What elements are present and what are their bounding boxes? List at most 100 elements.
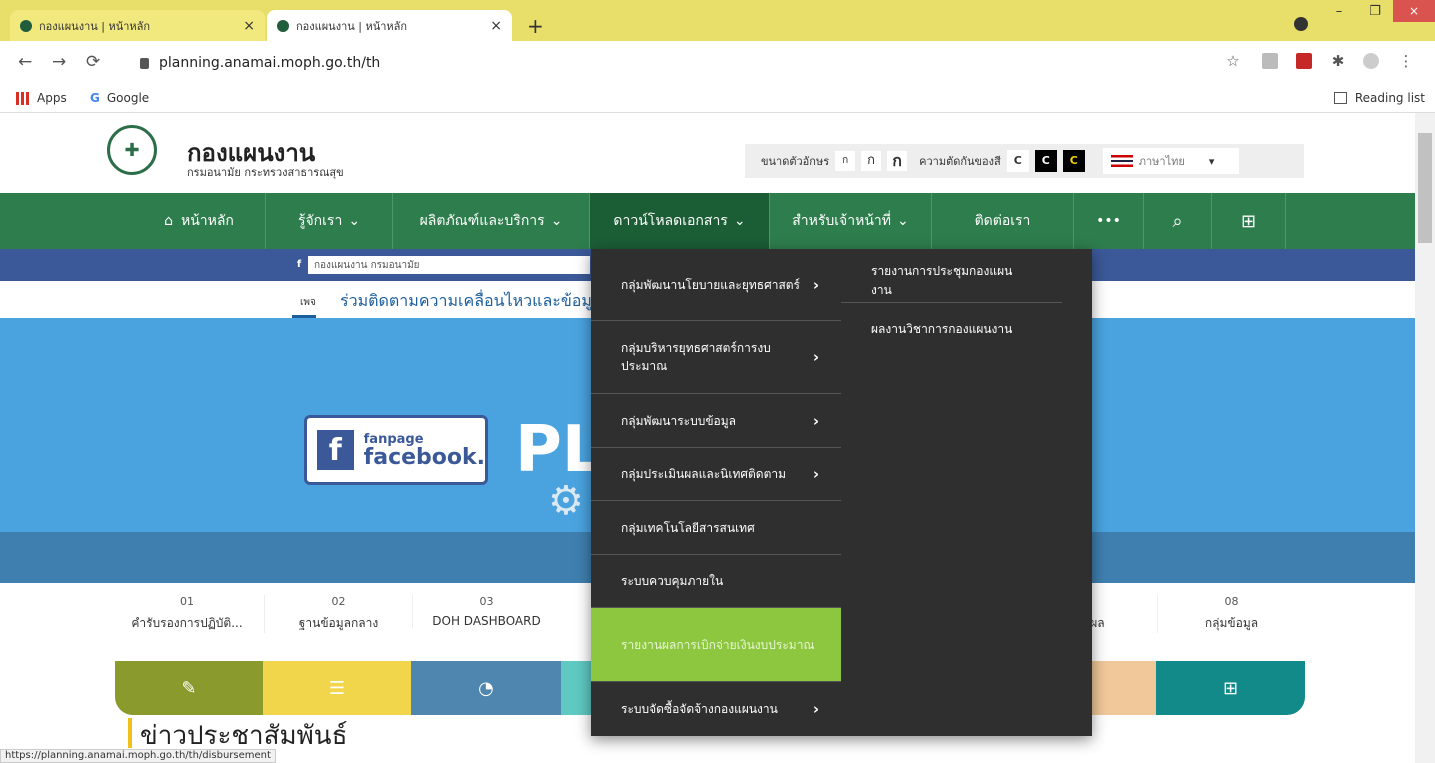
nav-home[interactable]: ⌂ หน้าหลัก — [133, 193, 266, 249]
nav-download[interactable]: ดาวน์โหลดเอกสาร ⌄ — [590, 193, 770, 249]
page-scrollbar[interactable] — [1415, 113, 1435, 763]
quick-link[interactable]: 01 คำรับรองการปฏิบัติ... — [113, 595, 261, 633]
dropdown-item[interactable]: ระบบควบคุมภายใน — [591, 555, 841, 608]
close-window-button[interactable]: × — [1393, 0, 1435, 22]
gear-icon: ⚙ — [548, 478, 584, 524]
language-select[interactable]: ภาษาไทย ▾ — [1102, 148, 1239, 174]
bookmark-google[interactable]: G Google — [90, 91, 149, 105]
menu-kebab-icon[interactable]: ⋮ — [1398, 53, 1414, 69]
contrast-default-button[interactable]: C — [1006, 150, 1029, 172]
page-tag: เพจ — [300, 297, 316, 308]
database-tile[interactable]: ☰ — [263, 661, 411, 715]
nav-label: รู้จักเรา — [297, 213, 343, 229]
forward-icon[interactable]: → — [52, 52, 66, 72]
nav-more[interactable]: ••• — [1074, 193, 1144, 249]
browser-tab-active[interactable]: กองแผนงาน | หน้าหลัก × — [267, 10, 512, 41]
contrast-dark-button[interactable]: C — [1034, 150, 1057, 172]
dropdown-item[interactable]: กลุ่มเทคโนโลยีสารสนเทศ — [591, 501, 841, 555]
browser-tab[interactable]: กองแผนงาน | หน้าหลัก × — [10, 10, 265, 41]
home-icon: ⌂ — [164, 213, 173, 229]
new-tab-button[interactable]: + — [527, 14, 544, 38]
dropdown-item[interactable]: ระบบจัดซื้อจัดจ้างกองแผนงาน › — [591, 682, 841, 736]
nav-about[interactable]: รู้จักเรา ⌄ — [266, 193, 393, 249]
dropdown-item[interactable]: กลุ่มพัฒนานโยบายและยุทธศาสตร์ › — [591, 249, 841, 321]
minimize-button[interactable]: – — [1321, 4, 1357, 19]
nav-products[interactable]: ผลิตภัณฑ์และบริการ ⌄ — [393, 193, 590, 249]
fanpage-card[interactable]: f fanpage facebook. — [304, 415, 488, 485]
dashboard-tile[interactable]: ◔ — [411, 661, 561, 715]
extensions-puzzle-icon[interactable]: ✱ — [1330, 53, 1346, 69]
facebook-page-box[interactable]: f กองแผนงาน กรมอนามัย — [290, 256, 590, 274]
facebook-icon: f — [290, 256, 308, 274]
font-size-small-button[interactable]: ก — [835, 151, 856, 171]
bookmark-label: Google — [106, 91, 150, 105]
tab-title: กองแผนงาน | หน้าหลัก — [296, 19, 408, 33]
dropdown-item[interactable]: กลุ่มพัฒนาระบบข้อมูล › — [591, 394, 841, 448]
sitemap-button[interactable]: ⊞ — [1212, 193, 1286, 249]
quick-link[interactable]: 08 กลุ่มข้อมูล — [1157, 595, 1305, 633]
profile-indicator-icon[interactable] — [1294, 17, 1308, 31]
nav-label: ติดต่อเรา — [974, 213, 1031, 229]
dropdown-item-label: ระบบควบคุมภายใน — [621, 574, 724, 588]
extension-icon[interactable] — [1262, 53, 1278, 69]
reading-list-label: Reading list — [1354, 91, 1425, 105]
bookmark-label: Apps — [37, 91, 67, 105]
reload-icon[interactable]: ⟳ — [86, 52, 100, 72]
bookmark-apps[interactable]: Apps — [16, 91, 67, 105]
nav-staff[interactable]: สำหรับเจ้าหน้าที่ ⌄ — [770, 193, 932, 249]
chevron-down-icon: ⌄ — [550, 213, 563, 229]
edit-icon: ✎ — [181, 677, 197, 699]
dropdown-item[interactable]: กลุ่มบริหารยุทธศาสตร์การงบประมาณ › — [591, 321, 841, 394]
url-bar[interactable]: planning.anamai.moph.go.th/th — [140, 48, 1260, 78]
bookmark-star-icon[interactable]: ☆ — [1225, 53, 1241, 69]
nav-label: หน้าหลัก — [180, 213, 234, 229]
lock-icon — [140, 57, 149, 69]
quick-link[interactable]: 02 ฐานข้อมูลกลาง — [264, 595, 412, 633]
chevron-right-icon: › — [812, 411, 819, 430]
font-size-medium-button[interactable]: ก — [861, 151, 882, 171]
dropdown-item-active[interactable]: รายงานผลการเบิกจ่ายเงินงบประมาณ — [591, 608, 841, 682]
dashboard-gauge-icon: ◔ — [478, 677, 494, 699]
contrast-label: ความตัดกันของสี — [919, 155, 1001, 168]
profile-avatar-icon[interactable] — [1363, 53, 1379, 69]
dropdown-item-label: กลุ่มพัฒนานโยบายและยุทธศาสตร์ — [621, 277, 801, 292]
dropdown-item[interactable]: กลุ่มประเมินผลและนิเทศติดตาม › — [591, 448, 841, 501]
grid-tile[interactable]: ⊞ — [1156, 661, 1305, 715]
tab-close-icon[interactable]: × — [490, 18, 502, 34]
department-logo[interactable]: ✚ — [107, 125, 157, 175]
back-icon[interactable]: ← — [18, 52, 32, 72]
font-size-label: ขนาดตัวอักษร — [761, 155, 830, 168]
facebook-page-name: กองแผนงาน กรมอนามัย — [314, 259, 420, 271]
submenu-item[interactable]: ผลงานวิชาการกองแผนงาน — [841, 309, 1092, 349]
nav-label: สำหรับเจ้าหน้าที่ — [792, 213, 892, 229]
tile[interactable] — [561, 661, 591, 715]
edit-tile[interactable]: ✎ — [115, 661, 263, 715]
quick-link-label: กลุ่มข้อมูล — [1204, 616, 1259, 630]
search-button[interactable]: ⌕ — [1144, 193, 1212, 249]
dropdown-item-label: ระบบจัดซื้อจัดจ้างกองแผนงาน — [621, 702, 778, 716]
tab-close-icon[interactable]: × — [243, 18, 255, 34]
favicon-icon — [277, 19, 289, 32]
scrollbar-thumb[interactable] — [1418, 133, 1432, 243]
accessibility-toolbar: ขนาดตัวอักษร ก ก ก ความตัดกันของสี C C C… — [745, 144, 1304, 178]
apps-grid-icon — [16, 91, 29, 105]
url-text: planning.anamai.moph.go.th/th — [159, 55, 381, 71]
pdf-extension-icon[interactable] — [1296, 53, 1312, 69]
site-header: ✚ กองแผนงาน กรมอนามัย กระทรวงสาธารณสุข ข… — [0, 113, 1415, 193]
contrast-yellow-button[interactable]: C — [1062, 150, 1085, 172]
quick-link[interactable]: 03 DOH DASHBOARD — [412, 595, 560, 628]
chevron-right-icon: › — [812, 465, 819, 483]
site-subtitle: กรมอนามัย กระทรวงสาธารณสุข — [187, 166, 344, 179]
search-icon: ⌕ — [1172, 210, 1183, 232]
font-size-large-button[interactable]: ก — [887, 151, 908, 171]
quick-link-number: 02 — [331, 595, 346, 608]
nav-contact[interactable]: ติดต่อเรา — [932, 193, 1074, 249]
submenu-item[interactable]: รายงานการประชุมกองแผนงาน — [841, 259, 1062, 303]
restore-button[interactable]: ❐ — [1357, 4, 1393, 19]
quick-link-number: 08 — [1224, 595, 1239, 608]
section-accent — [128, 718, 132, 748]
reading-list-button[interactable]: Reading list — [1333, 91, 1425, 105]
tile[interactable] — [1092, 661, 1156, 715]
quick-link-number: 03 — [479, 595, 494, 608]
dropdown-item-label: รายงานผลการเบิกจ่ายเงินงบประมาณ — [621, 637, 815, 652]
